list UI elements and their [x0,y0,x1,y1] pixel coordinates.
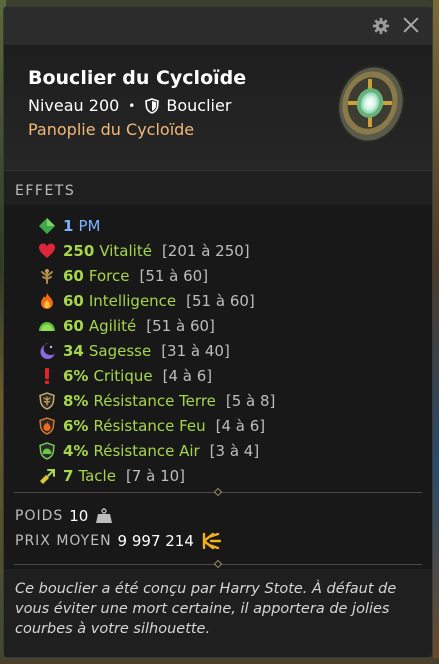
effect-value: 60 [63,316,84,335]
fire-icon [41,292,53,309]
effect-row: 1 PM [38,213,432,238]
effect-value: 6% [63,416,89,435]
section-divider [4,487,432,497]
earth-resistance-icon [39,391,55,410]
effect-row: 7 Tacle [7 à 10] [38,463,432,488]
effect-name: PM [78,216,101,235]
price-value: 9 997 214 [117,531,194,550]
effect-name: Résistance Air [93,441,200,460]
effects-section-title: EFFETS [4,171,432,205]
effect-range: [3 à 4] [209,441,260,460]
effect-value: 250 [63,241,95,260]
effect-value: 7 [63,466,74,485]
effect-name: Tacle [78,466,116,485]
description-text: Ce bouclier a été conçu par Harry Stote.… [15,581,397,637]
effect-row: 6% Critique [4 à 6] [38,363,432,388]
lock-icon [40,468,55,484]
effect-row: 4% Résistance Air [3 à 4] [38,438,432,463]
divider-diamond [213,559,223,569]
effect-row: 60 Agilité [51 à 60] [38,313,432,338]
effect-name: Agilité [88,316,137,335]
fire-resistance-icon [39,416,55,435]
item-type: Bouclier [166,96,232,115]
weight-value: 10 [69,506,89,525]
item-header: Bouclier du Cycloïde Niveau 200 • Boucli… [4,45,432,171]
weight-row: POIDS 10 [15,503,432,528]
effect-name: Critique [93,366,153,385]
effect-name: Sagesse [88,341,152,360]
mp-diamond-icon [39,217,55,234]
strength-icon [41,268,53,284]
price-row: PRIX MOYEN 9 997 214 [15,528,432,553]
item-level: Niveau 200 [28,96,120,115]
background-strip-right [433,0,439,664]
effect-name: Résistance Feu [93,416,206,435]
wisdom-icon [40,343,55,359]
effect-range: [4 à 6] [162,366,213,385]
effect-range: [51 à 60] [146,316,215,335]
meta-separator: • [128,98,136,113]
item-description: Ce bouclier a été conçu par Harry Stote.… [4,569,432,657]
effect-row: 250 Vitalité [201 à 250] [38,238,432,263]
item-set-link[interactable]: Panoplie du Cycloïde [28,120,194,139]
item-info: POIDS 10 PRIX MOYEN 9 997 214 [4,497,432,559]
effect-name: Résistance Terre [93,391,216,410]
air-resistance-icon [39,441,55,460]
effect-row: 6% Résistance Feu [4 à 6] [38,413,432,438]
effect-range: [31 à 40] [161,341,230,360]
effect-name: Intelligence [88,291,177,310]
divider-diamond [213,487,223,497]
weight-icon [96,507,113,523]
item-tooltip: Bouclier du Cycloïde Niveau 200 • Boucli… [3,6,433,658]
effect-value: 60 [63,266,84,285]
effect-value: 34 [63,341,84,360]
tooltip-topbar [4,7,432,45]
effect-range: [7 à 10] [125,466,186,485]
effects-list: 1 PM 250 Vitalité [201 à 250] 60 Force [… [4,205,432,487]
effect-row: 8% Résistance Terre [5 à 8] [38,388,432,413]
shield-icon [145,97,160,114]
effect-value: 60 [63,291,84,310]
effect-name: Force [88,266,130,285]
agility-icon [39,321,55,331]
heart-icon [39,243,55,258]
effect-range: [5 à 8] [225,391,276,410]
close-icon[interactable] [402,16,420,34]
price-label: PRIX MOYEN [15,532,112,549]
item-name: Bouclier du Cycloïde [28,67,247,89]
effect-value: 1 [63,216,74,235]
effect-value: 8% [63,391,89,410]
weight-label: POIDS [15,507,64,524]
section-divider [4,559,432,569]
effect-range: [201 à 250] [161,241,250,260]
background-strip-bottom [0,658,439,664]
effect-value: 6% [63,366,89,385]
gear-icon[interactable] [372,17,390,35]
effect-range: [51 à 60] [186,291,255,310]
effect-row: 60 Intelligence [51 à 60] [38,288,432,313]
round-shield-icon [337,65,405,143]
effect-name: Vitalité [99,241,152,260]
critical-icon [45,367,49,384]
item-meta: Niveau 200 • Bouclier [28,96,231,115]
effect-value: 4% [63,441,89,460]
effect-range: [4 à 6] [215,416,266,435]
effect-range: [51 à 60] [139,266,209,285]
effect-row: 60 Force [51 à 60] [38,263,432,288]
kamas-icon [202,532,221,549]
effect-row: 34 Sagesse [31 à 40] [38,338,432,363]
